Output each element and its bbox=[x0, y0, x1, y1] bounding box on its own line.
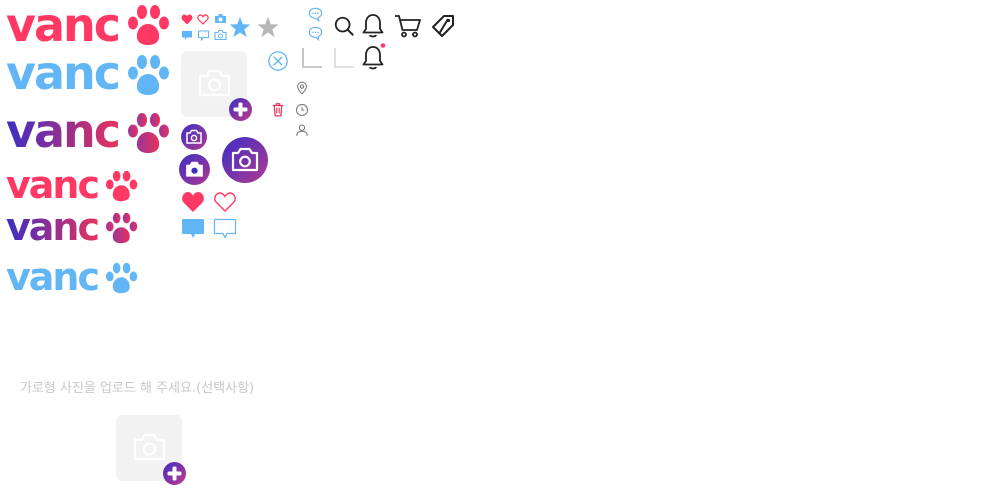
heart-outline-icon[interactable] bbox=[213, 191, 237, 213]
chat-filled-icon[interactable] bbox=[181, 30, 193, 41]
close-circle-icon[interactable] bbox=[267, 50, 289, 72]
camera-icon bbox=[186, 161, 203, 177]
camera-small-icon[interactable] bbox=[214, 13, 227, 24]
paw-icon bbox=[106, 170, 138, 202]
camera-icon bbox=[186, 129, 202, 144]
heart-filled-icon[interactable] bbox=[181, 14, 193, 25]
logo-blue-small: vanc bbox=[6, 255, 100, 299]
corner-icon bbox=[334, 48, 354, 68]
camera-placeholder-icon bbox=[133, 433, 166, 461]
corner-icon bbox=[302, 48, 322, 68]
upload-hint-text: 가로형 사진을 업로드 해 주세요.(선택사항) bbox=[20, 381, 255, 396]
paw-icon bbox=[128, 55, 169, 95]
chat-dots-icon[interactable] bbox=[308, 26, 323, 41]
logo-gradient-small: vanc bbox=[6, 205, 98, 249]
plus-icon bbox=[233, 102, 248, 117]
logo-blue-large: vanc bbox=[6, 46, 121, 100]
bell-icon[interactable] bbox=[361, 13, 385, 39]
add-photo-button[interactable] bbox=[229, 98, 252, 121]
chat-filled-icon[interactable] bbox=[181, 218, 205, 240]
logo-pink-small: vanc bbox=[6, 163, 100, 207]
chat-outline-icon[interactable] bbox=[197, 30, 210, 41]
chat-outline-icon[interactable] bbox=[213, 218, 237, 240]
camera-round-button[interactable] bbox=[181, 124, 207, 150]
camera-outline-icon[interactable] bbox=[214, 29, 227, 41]
logo-pink-large: vanc bbox=[6, 0, 121, 52]
paw-icon bbox=[128, 113, 169, 153]
star-gray-icon[interactable] bbox=[257, 16, 279, 38]
logo-gradient-large: vanc bbox=[6, 104, 120, 158]
plus-icon bbox=[167, 466, 182, 481]
heart-outline-icon[interactable] bbox=[197, 14, 209, 25]
cart-icon[interactable] bbox=[394, 14, 422, 38]
heart-filled-icon[interactable] bbox=[181, 191, 205, 213]
star-blue-icon[interactable] bbox=[229, 16, 251, 38]
paw-icon bbox=[106, 262, 138, 294]
search-icon[interactable] bbox=[333, 15, 355, 37]
camera-placeholder-icon bbox=[198, 69, 231, 97]
clock-icon bbox=[295, 103, 309, 117]
bell-new-icon[interactable] bbox=[361, 43, 389, 73]
paw-icon bbox=[106, 212, 138, 244]
chat-dots-icon[interactable] bbox=[308, 7, 323, 22]
location-icon bbox=[297, 81, 307, 95]
camera-round-button-large[interactable] bbox=[222, 137, 268, 183]
camera-round-button[interactable] bbox=[179, 154, 210, 185]
paw-icon bbox=[128, 5, 169, 45]
trash-icon[interactable] bbox=[271, 102, 285, 117]
user-icon bbox=[296, 124, 308, 136]
tag-icon[interactable] bbox=[431, 14, 455, 38]
add-photo-button[interactable] bbox=[163, 462, 186, 485]
camera-icon bbox=[231, 147, 259, 172]
